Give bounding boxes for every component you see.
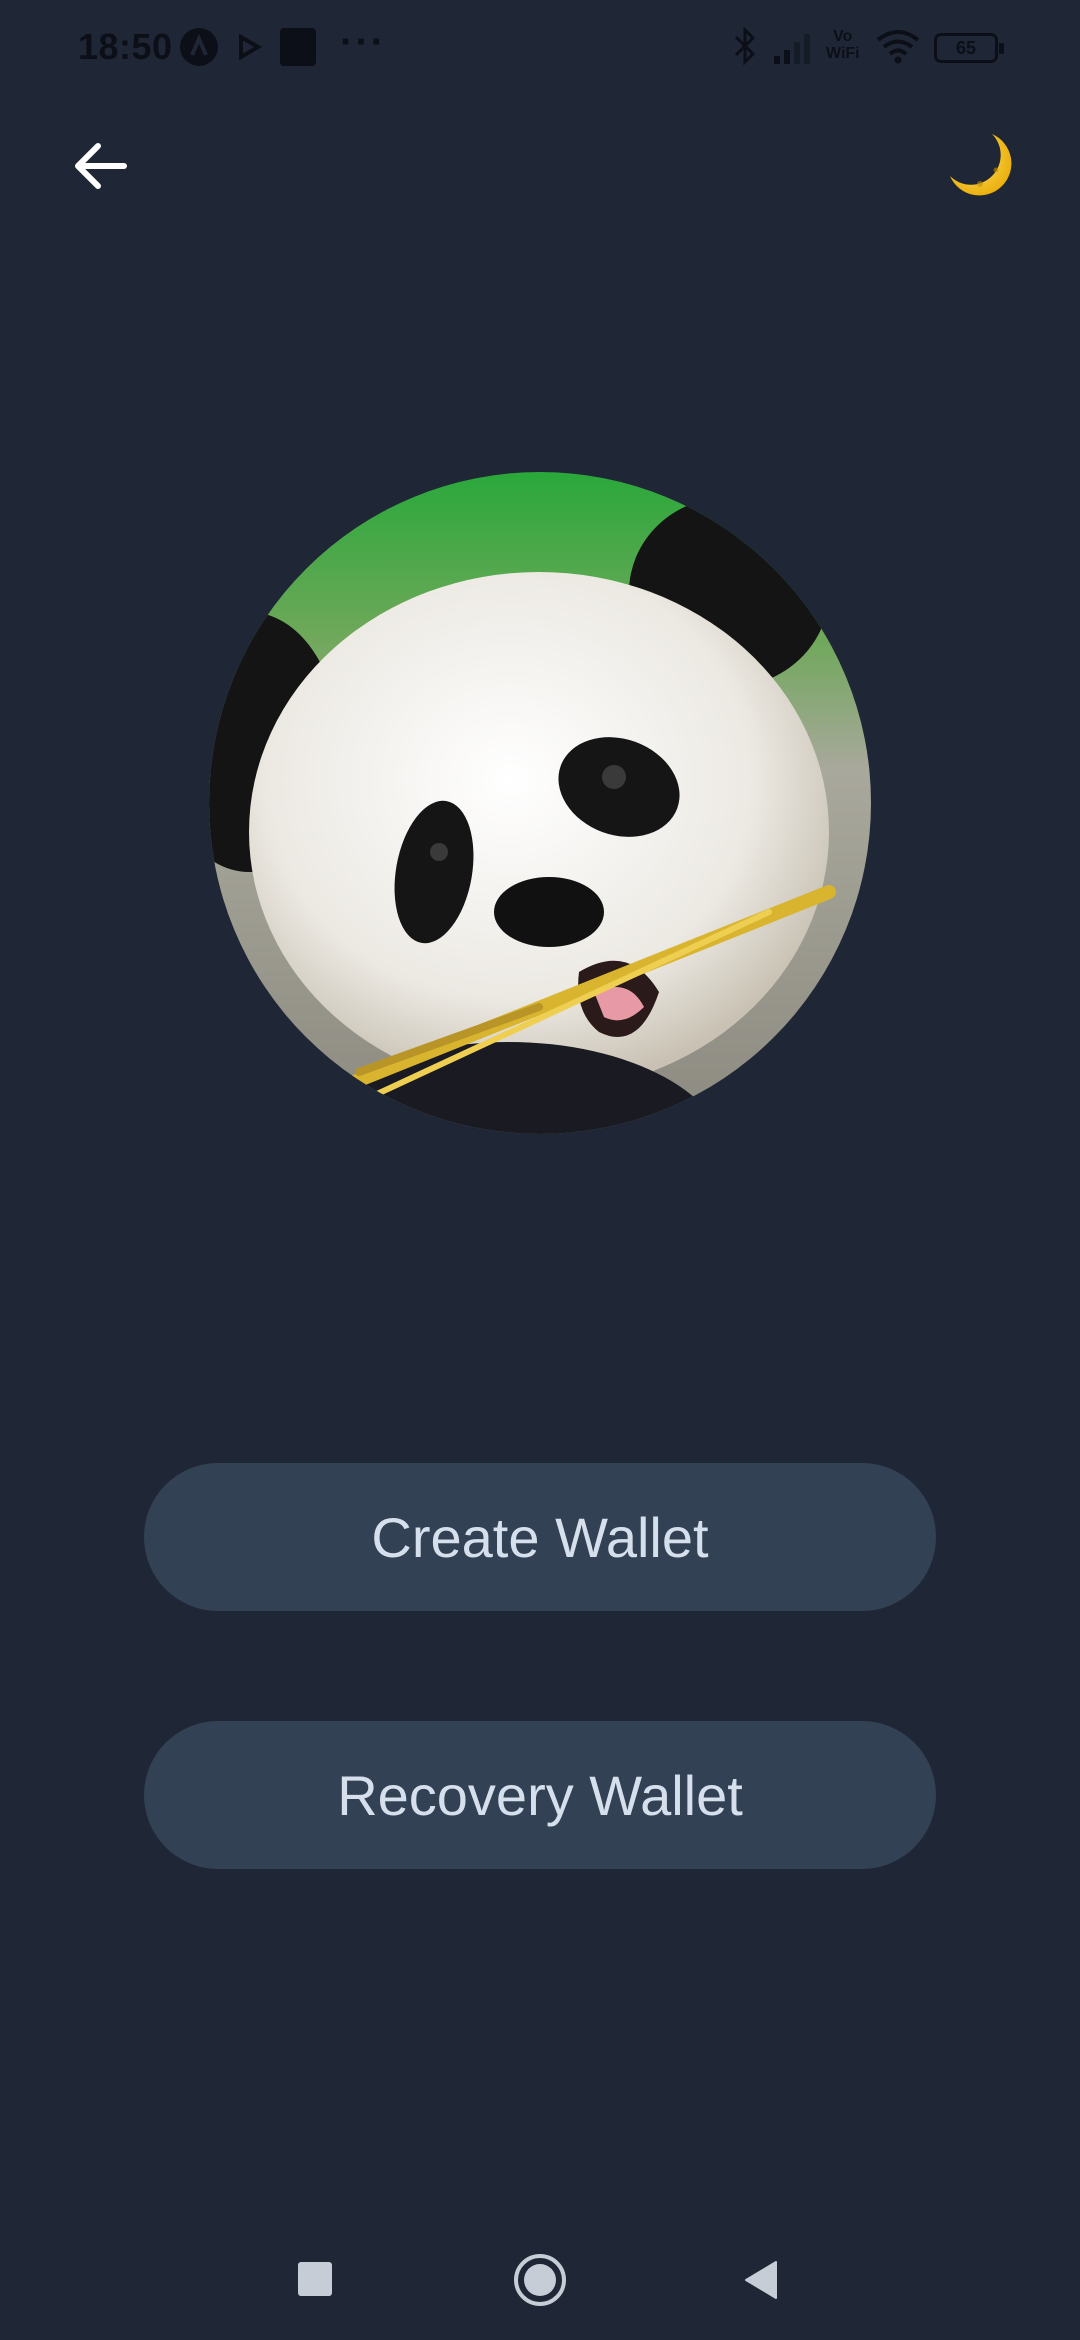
play-icon xyxy=(238,33,262,65)
status-time: 18:50 xyxy=(78,26,173,67)
app-notification-icon xyxy=(280,28,316,66)
theme-toggle-button[interactable] xyxy=(940,124,1024,208)
wifi-icon xyxy=(876,28,920,69)
system-nav-bar xyxy=(0,2220,1080,2330)
crescent-moon-icon xyxy=(950,134,1012,196)
android-notification-icon xyxy=(180,28,218,66)
status-bar: 18:50 ··· Vo WiFi 65 xyxy=(0,0,1080,96)
arrow-left-icon xyxy=(75,143,127,189)
signal-icon xyxy=(772,30,816,71)
recents-icon[interactable] xyxy=(298,2262,332,2296)
more-dots-icon: ··· xyxy=(340,20,386,64)
create-wallet-button[interactable]: Create Wallet xyxy=(144,1463,936,1611)
recovery-wallet-button[interactable]: Recovery Wallet xyxy=(144,1721,936,1869)
back-button[interactable] xyxy=(62,128,138,204)
battery-icon: 65 xyxy=(934,33,1004,63)
panda-avatar xyxy=(209,472,871,1134)
vowifi-icon: Vo WiFi xyxy=(826,28,860,62)
back-triangle-icon[interactable] xyxy=(742,2260,782,2305)
home-icon[interactable] xyxy=(512,2252,568,2313)
bluetooth-icon xyxy=(732,26,758,71)
